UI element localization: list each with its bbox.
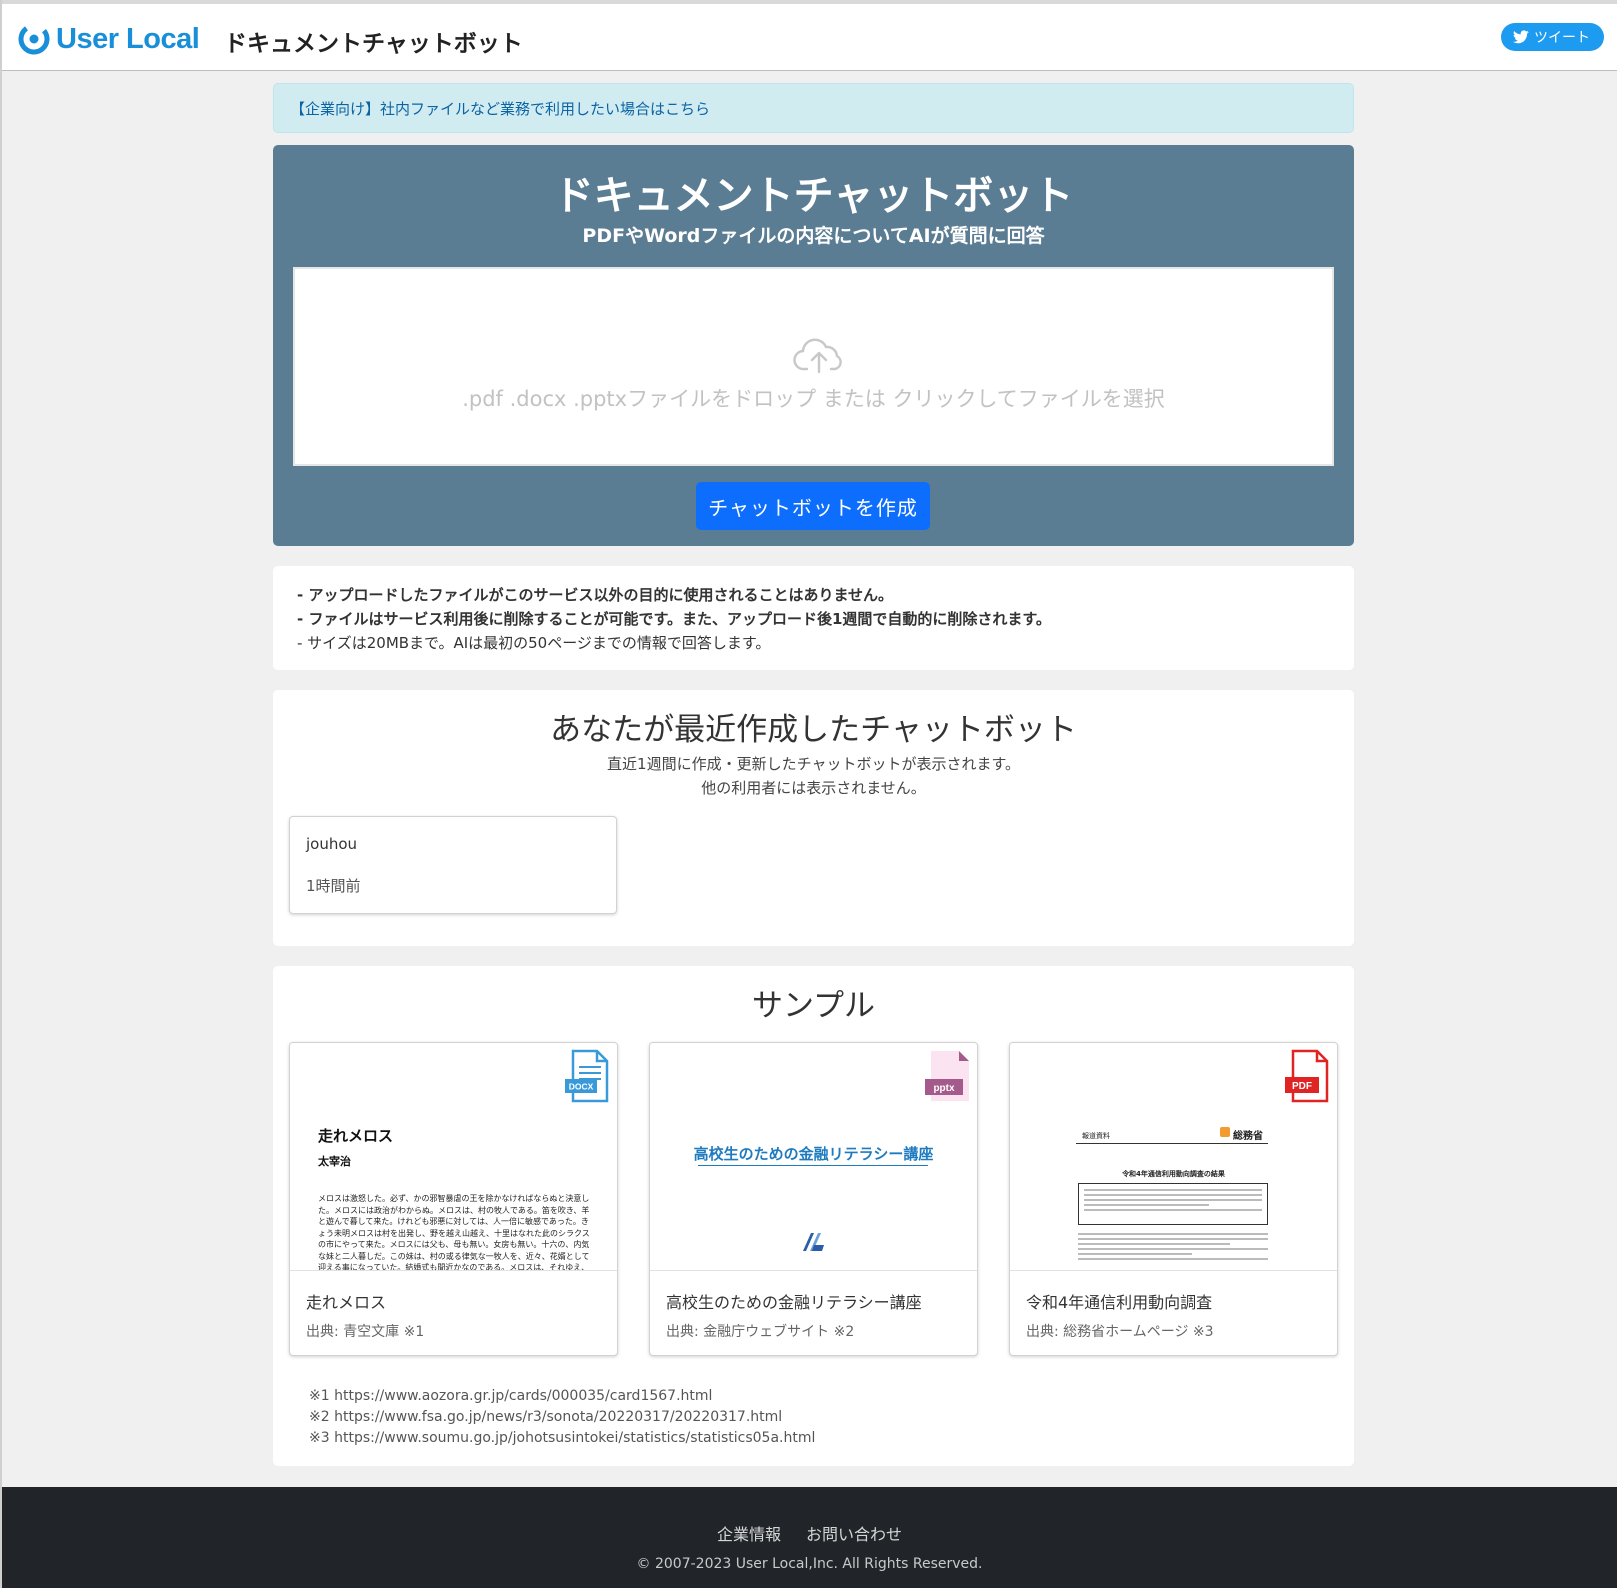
samples-panel: サンプル DOCX 走れメロス 太宰治 メロスは激怒した。必ず、かの邪智暴虐の王…	[273, 966, 1354, 1466]
sample-title: 令和4年通信利用動向調査	[1026, 1293, 1213, 1312]
thumb-underline	[698, 1165, 928, 1166]
docx-label: DOCX	[569, 1082, 594, 1092]
sample-source: 出典: 青空文庫 ※1	[306, 1324, 425, 1340]
thumb-org: 総務省	[1233, 1131, 1263, 1142]
footer-links: 企業情報 お問い合わせ	[2, 1521, 1617, 1545]
thumb-rule	[1076, 1143, 1268, 1144]
thumb-author: 太宰治	[318, 1155, 351, 1168]
copyright: © 2007-2023 User Local,Inc. All Rights R…	[636, 1556, 983, 1572]
thumb-title: 走れメロス	[318, 1127, 394, 1145]
pptx-label: pptx	[933, 1083, 955, 1094]
footer-link-contact[interactable]: お問い合わせ	[806, 1525, 902, 1544]
header-title: ドキュメントチャットボット	[224, 31, 523, 57]
sample-card-soumu[interactable]: PDF 報道資料 総務省 令和4年通信利用動向調査の結果 令和4年通信利用動向調…	[1009, 1042, 1338, 1356]
note-item: - ファイルはサービス利用後に削除することが可能です。また、アップロード後1週間…	[297, 610, 1051, 628]
docx-file-icon: DOCX	[565, 1049, 609, 1103]
note-item: - サイズは20MBまで。AIは最初の50ページまでの情報で回答します。	[297, 634, 771, 652]
hero-panel: ドキュメントチャットボット PDFやWordファイルの内容についてAIが質問に回…	[273, 145, 1354, 546]
chatbot-name: jouhou	[306, 835, 358, 853]
tweet-button[interactable]: ツイート	[1501, 23, 1604, 51]
thumb-summary-box	[1078, 1183, 1268, 1225]
recent-title: あなたが最近作成したチャットボット	[550, 712, 1077, 748]
site-footer: 企業情報 お問い合わせ © 2007-2023 User Local,Inc. …	[2, 1487, 1617, 1588]
pptx-file-icon: pptx	[925, 1051, 969, 1101]
create-chatbot-button[interactable]: チャットボットを作成	[696, 482, 930, 530]
chatbot-time: 1時間前	[306, 877, 361, 895]
reference-item: ※2 https://www.fsa.go.jp/news/r3/sonota/…	[309, 1409, 783, 1425]
hero-subtitle: PDFやWordファイルの内容についてAIが質問に回答	[582, 225, 1045, 247]
thumb-body: メロスは激怒した。必ず、かの邪智暴虐の王を除かなければならぬと決意した。メロスに…	[318, 1194, 590, 1271]
footer-link-company[interactable]: 企業情報	[717, 1525, 781, 1544]
notes-panel: - アップロードしたファイルがこのサービス以外の目的に使用されることはありません…	[273, 566, 1354, 670]
twitter-bird-icon	[1513, 30, 1529, 44]
enterprise-alert-link[interactable]: 【企業向け】社内ファイルなど業務で利用したい場合はこちら	[273, 83, 1354, 133]
logo[interactable]: User Local	[18, 22, 200, 56]
samples-title: サンプル	[751, 988, 876, 1024]
thumb-title: 高校生のための金融リテラシー講座	[693, 1145, 934, 1163]
reference-item: ※3 https://www.soumu.go.jp/johotsusintok…	[309, 1430, 816, 1446]
user-local-logo-icon	[18, 23, 50, 55]
sample-thumbnail: pptx 高校生のための金融リテラシー講座	[650, 1043, 977, 1271]
sample-thumbnail: PDF 報道資料 総務省 令和4年通信利用動向調査の結果	[1010, 1043, 1337, 1271]
recent-chatbots-panel: あなたが最近作成したチャットボット 直近1週間に作成・更新したチャットボットが表…	[273, 690, 1354, 946]
sample-source: 出典: 金融庁ウェブサイト ※2	[666, 1324, 855, 1340]
cloud-upload-icon	[793, 338, 842, 374]
pdf-label: PDF	[1292, 1081, 1312, 1092]
note-item: - アップロードしたファイルがこのサービス以外の目的に使用されることはありません…	[297, 586, 894, 604]
left-border	[0, 0, 2, 1588]
reference-list: ※1 https://www.aozora.gr.jp/cards/000035…	[309, 1386, 815, 1449]
page: User Local ドキュメントチャットボット ツイート 【企業向け】社内ファ…	[0, 0, 1617, 1588]
sample-source: 出典: 総務省ホームページ ※3	[1026, 1324, 1214, 1340]
fsa-logo-icon	[803, 1233, 824, 1251]
file-dropzone[interactable]: .pdf .docx .pptxファイルをドロップ または クリックしてファイル…	[293, 267, 1334, 466]
recent-desc-1: 直近1週間に作成・更新したチャットボットが表示されます。	[607, 755, 1020, 773]
soumu-logo-icon	[1220, 1127, 1230, 1137]
pdf-file-icon: PDF	[1285, 1049, 1329, 1103]
sample-thumbnail: DOCX 走れメロス 太宰治 メロスは激怒した。必ず、かの邪智暴虐の王を除かなけ…	[290, 1043, 617, 1271]
site-header: User Local ドキュメントチャットボット ツイート	[2, 4, 1617, 71]
tweet-label: ツイート	[1534, 30, 1590, 46]
dropzone-text: .pdf .docx .pptxファイルをドロップ または クリックしてファイル…	[462, 387, 1165, 411]
thumb-heading: 令和4年通信利用動向調査の結果	[1122, 1170, 1225, 1178]
sample-card-finance[interactable]: pptx 高校生のための金融リテラシー講座 高校生のための金融リテラシー講座 出…	[649, 1042, 978, 1356]
alert-text: 【企業向け】社内ファイルなど業務で利用したい場合はこちら	[290, 100, 711, 118]
sample-title: 走れメロス	[306, 1293, 387, 1312]
chatbot-card[interactable]: jouhou 1時間前	[289, 816, 617, 914]
thumb-text-lines	[1078, 1233, 1268, 1263]
recent-desc-2: 他の利用者には表示されません。	[701, 779, 926, 797]
sample-card-melos[interactable]: DOCX 走れメロス 太宰治 メロスは激怒した。必ず、かの邪智暴虐の王を除かなけ…	[289, 1042, 618, 1356]
sample-title: 高校生のための金融リテラシー講座	[666, 1293, 922, 1312]
thumb-label: 報道資料	[1082, 1132, 1110, 1140]
hero-title: ドキュメントチャットボット	[553, 173, 1074, 219]
reference-item: ※1 https://www.aozora.gr.jp/cards/000035…	[309, 1388, 713, 1404]
logo-text: User Local	[56, 22, 200, 55]
